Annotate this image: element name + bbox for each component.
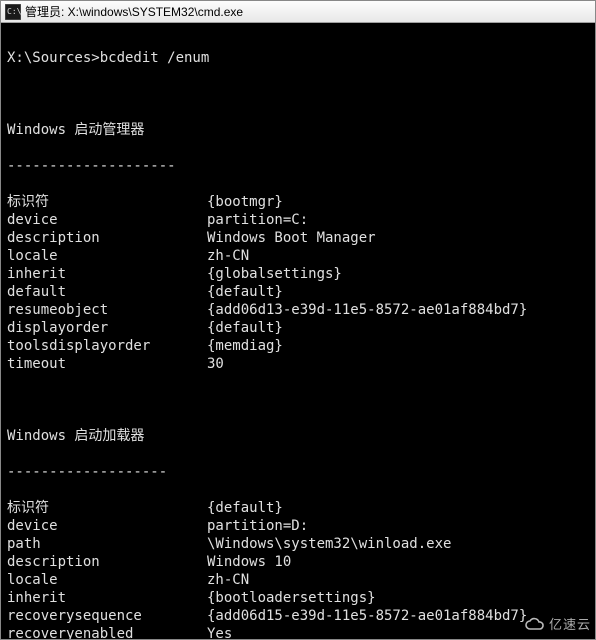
entry-key: toolsdisplayorder <box>7 337 207 355</box>
entry-value: {default} <box>207 500 283 516</box>
boot-loader-row: inherit{bootloadersettings} <box>7 589 589 607</box>
entry-key: recoverysequence <box>7 607 207 625</box>
entry-value: Yes <box>207 626 232 639</box>
entry-value: 30 <box>207 356 224 372</box>
entry-key: default <box>7 283 207 301</box>
entry-value: Windows 10 <box>207 554 291 570</box>
entry-value: zh-CN <box>207 248 249 264</box>
section-separator: -------------------- <box>7 157 589 175</box>
boot-loader-row: recoverysequence{add06d15-e39d-11e5-8572… <box>7 607 589 625</box>
section-title-boot-loader: Windows 启动加载器 <box>7 427 589 445</box>
entry-value: {globalsettings} <box>207 266 342 282</box>
entry-key: device <box>7 211 207 229</box>
entry-key: 标识符 <box>7 499 207 517</box>
watermark-text: 亿速云 <box>549 614 591 633</box>
entry-value: {add06d15-e39d-11e5-8572-ae01af884bd7} <box>207 608 527 624</box>
terminal-output[interactable]: X:\Sources>bcdedit /enum Windows 启动管理器 -… <box>1 23 595 639</box>
boot-manager-row: displayorder{default} <box>7 319 589 337</box>
entry-key: displayorder <box>7 319 207 337</box>
entry-key: locale <box>7 571 207 589</box>
boot-manager-row: descriptionWindows Boot Manager <box>7 229 589 247</box>
entry-value: {default} <box>207 320 283 336</box>
boot-manager-row: default{default} <box>7 283 589 301</box>
svg-text:C:\: C:\ <box>7 7 21 16</box>
entry-value: partition=C: <box>207 212 308 228</box>
titlebar[interactable]: C:\ 管理员: X:\windows\SYSTEM32\cmd.exe <box>1 1 595 23</box>
boot-manager-row: timeout30 <box>7 355 589 373</box>
section-title-boot-manager: Windows 启动管理器 <box>7 121 589 139</box>
boot-loader-row: 标识符{default} <box>7 499 589 517</box>
watermark: 亿速云 <box>523 614 591 633</box>
boot-loader-row: recoveryenabledYes <box>7 625 589 639</box>
boot-manager-row: localezh-CN <box>7 247 589 265</box>
entry-key: path <box>7 535 207 553</box>
entry-key: 标识符 <box>7 193 207 211</box>
prompt-path: X:\Sources> <box>7 50 100 66</box>
entry-value: partition=D: <box>207 518 308 534</box>
prompt-command: bcdedit /enum <box>100 50 210 66</box>
section-separator: ------------------- <box>7 463 589 481</box>
entry-key: timeout <box>7 355 207 373</box>
entry-key: device <box>7 517 207 535</box>
entry-value: zh-CN <box>207 572 249 588</box>
entry-key: recoveryenabled <box>7 625 207 639</box>
boot-manager-row: toolsdisplayorder{memdiag} <box>7 337 589 355</box>
entry-value: {default} <box>207 284 283 300</box>
entry-value: \Windows\system32\winload.exe <box>207 536 451 552</box>
cloud-icon <box>523 616 545 632</box>
entry-key: description <box>7 553 207 571</box>
entry-key: inherit <box>7 589 207 607</box>
boot-loader-row: path\Windows\system32\winload.exe <box>7 535 589 553</box>
boot-manager-row: 标识符{bootmgr} <box>7 193 589 211</box>
boot-loader-row: descriptionWindows 10 <box>7 553 589 571</box>
boot-manager-row: devicepartition=C: <box>7 211 589 229</box>
cmd-icon: C:\ <box>5 4 21 20</box>
entry-value: {add06d13-e39d-11e5-8572-ae01af884bd7} <box>207 302 527 318</box>
boot-manager-row: resumeobject{add06d13-e39d-11e5-8572-ae0… <box>7 301 589 319</box>
boot-loader-row: localezh-CN <box>7 571 589 589</box>
entry-key: resumeobject <box>7 301 207 319</box>
boot-manager-row: inherit{globalsettings} <box>7 265 589 283</box>
entry-key: description <box>7 229 207 247</box>
entry-key: locale <box>7 247 207 265</box>
entry-value: {memdiag} <box>207 338 283 354</box>
boot-loader-row: devicepartition=D: <box>7 517 589 535</box>
cmd-window: C:\ 管理员: X:\windows\SYSTEM32\cmd.exe X:\… <box>0 0 596 640</box>
window-title: 管理员: X:\windows\SYSTEM32\cmd.exe <box>25 3 243 20</box>
entry-key: inherit <box>7 265 207 283</box>
entry-value: Windows Boot Manager <box>207 230 376 246</box>
entry-value: {bootmgr} <box>207 194 283 210</box>
entry-value: {bootloadersettings} <box>207 590 376 606</box>
